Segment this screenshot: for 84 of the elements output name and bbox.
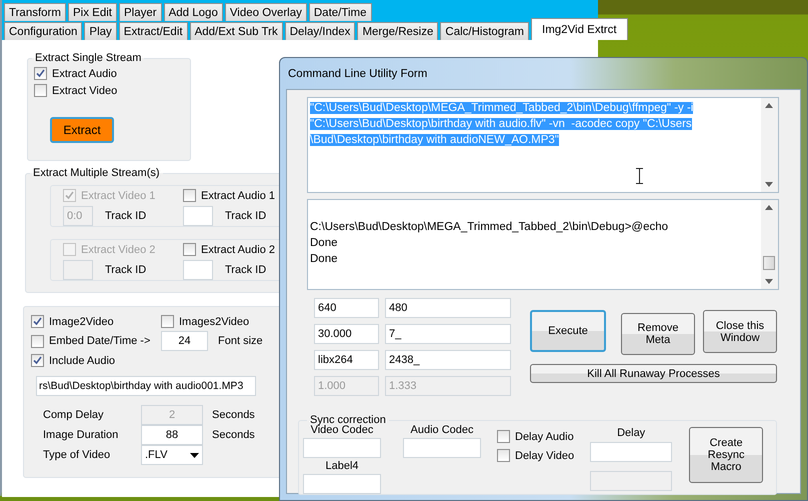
scroll-thumb[interactable] [763, 256, 775, 270]
checkbox[interactable] [161, 315, 174, 328]
input-field[interactable] [590, 442, 672, 462]
extract-button[interactable]: Extract [50, 117, 114, 143]
font-size-label: Font size [218, 335, 263, 347]
checkbox-label: Embed Date/Time -> [49, 335, 150, 347]
checkbox[interactable] [183, 189, 196, 202]
audio-path-field[interactable]: rs\Bud\Desktop\birthday with audio001.MP3 [36, 376, 256, 396]
checkbox[interactable] [31, 334, 44, 348]
tab[interactable]: Configuration [4, 22, 82, 40]
unit-label: Seconds [212, 409, 256, 421]
checkbox[interactable] [497, 449, 510, 462]
create-resync-macro-button[interactable]: Create Resync Macro [689, 427, 764, 483]
dialog-button[interactable]: Execute [530, 310, 606, 352]
row-label: Image Duration [43, 429, 120, 441]
group-title: Extract Multiple Stream(s) [32, 167, 161, 179]
video-type-dropdown[interactable]: .FLV [141, 445, 203, 465]
tab[interactable]: Img2Vid Extrct [531, 18, 628, 40]
input-field[interactable] [403, 438, 481, 458]
checkbox-label: Delay Audio [515, 430, 574, 442]
checkbox[interactable] [34, 67, 47, 80]
input-field[interactable]: 480 [385, 298, 511, 318]
tab[interactable]: Player [118, 3, 162, 21]
checkbox-label: Extract Audio 1 [201, 190, 275, 202]
tab[interactable]: Play [84, 22, 117, 40]
tab[interactable]: Calc/Histogram [440, 22, 529, 40]
tab[interactable]: Extract/Edit [118, 22, 188, 40]
input-field[interactable]: 640 [314, 298, 379, 318]
checkbox-label: Include Audio [49, 354, 116, 366]
checkbox-label: Extract Video 2 [81, 244, 156, 256]
checkbox[interactable] [183, 243, 196, 256]
track-id-label: Track ID [225, 264, 266, 276]
dialog-button[interactable]: Remove Meta [621, 313, 695, 355]
checkbox[interactable] [34, 84, 47, 97]
field-label: Delay [617, 427, 646, 439]
checkbox-label: Delay Video [515, 450, 574, 462]
tab[interactable]: Date/Time [308, 3, 372, 21]
input-field[interactable]: 7_ [385, 324, 511, 344]
tab[interactable]: Transform [4, 3, 66, 21]
text-cursor-icon [636, 168, 643, 184]
tab[interactable]: Delay/Index [284, 22, 356, 40]
group-title: Extract Single Stream [34, 52, 142, 64]
input-field[interactable]: 88 [141, 425, 203, 445]
group-title: Sync correction [309, 414, 387, 426]
checkbox[interactable] [497, 430, 510, 443]
tab[interactable]: Merge/Resize [357, 22, 438, 40]
track-id-label: Track ID [105, 264, 146, 276]
scroll-up-icon[interactable] [765, 103, 773, 108]
kill-processes-button[interactable]: Kill All Runaway Processes [530, 364, 777, 383]
dialog-button[interactable]: Close this Window [703, 310, 777, 353]
checkbox-label: Extract Audio 2 [201, 244, 275, 256]
scroll-down-icon[interactable] [765, 279, 773, 284]
checkbox-label: Image2Video [49, 316, 114, 328]
output-text-area: C:\Users\Bud\Desktop\MEGA_Trimmed_Tabbed_2\bin\Debug>@echo Done Done [307, 199, 779, 290]
input-field[interactable] [303, 438, 381, 458]
row-label: Comp Delay [43, 409, 105, 421]
row-label: Type of Video [43, 449, 112, 461]
window-title: Command Line Utility Form [287, 66, 428, 82]
checkbox[interactable] [31, 354, 44, 367]
tab[interactable]: Add/Ext Sub Trk [190, 22, 283, 40]
field-label: Label4 [325, 460, 359, 472]
checkbox-label: Extract Video 1 [81, 190, 156, 202]
scroll-down-icon[interactable] [765, 182, 773, 187]
checkbox-label: Images2Video [179, 316, 250, 328]
input-field[interactable]: 30.000 [314, 324, 379, 344]
input-field[interactable]: libx264 [314, 350, 379, 370]
track-id-label: Track ID [225, 210, 266, 222]
dropdown-arrow-icon [190, 452, 199, 458]
unit-label: Seconds [212, 429, 256, 441]
input-field[interactable] [183, 260, 213, 280]
tab[interactable]: Add Logo [164, 3, 223, 21]
input-field[interactable] [303, 474, 381, 494]
field-label: Audio Codec [410, 424, 474, 436]
scroll-up-icon[interactable] [765, 205, 773, 210]
checkbox-label: Extract Video [52, 84, 118, 96]
input-field[interactable] [183, 206, 213, 226]
field-label: Video Codec [310, 424, 374, 436]
tab[interactable]: Pix Edit [68, 3, 117, 21]
font-size-field[interactable]: 24 [161, 331, 208, 351]
tab[interactable]: Video Overlay [224, 3, 307, 21]
input-field[interactable]: 2438_ [385, 350, 511, 370]
track-id-label: Track ID [105, 210, 146, 222]
checkbox[interactable] [31, 315, 44, 328]
checkbox-label: Extract Audio [52, 68, 117, 80]
